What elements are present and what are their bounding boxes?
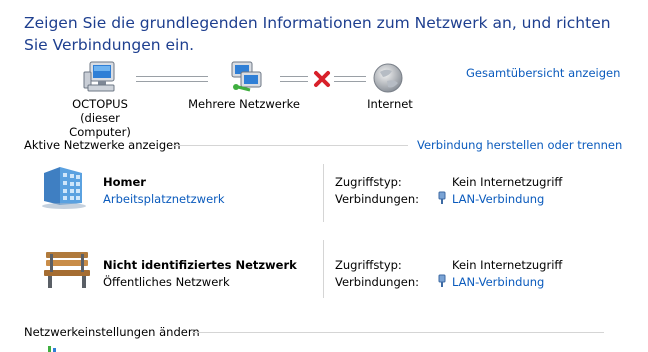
connect-disconnect-link[interactable]: Verbindung herstellen oder trennen xyxy=(417,138,622,152)
no-connection-x-icon[interactable] xyxy=(313,70,331,88)
internet-label: Internet xyxy=(367,97,413,111)
section-divider xyxy=(192,332,604,333)
vertical-divider xyxy=(323,164,324,222)
lan-plug-icon xyxy=(438,191,446,204)
connections-label: Verbindungen: xyxy=(335,275,419,289)
lan-connection-link[interactable]: LAN-Verbindung xyxy=(452,275,544,289)
access-type-label: Zugriffstyp: xyxy=(335,258,402,272)
internet-globe-icon xyxy=(373,63,403,93)
connector-line-3 xyxy=(334,76,366,82)
access-type-label: Zugriffstyp: xyxy=(335,175,402,189)
lan-plug-icon xyxy=(438,274,446,287)
work-network-icon xyxy=(42,167,86,209)
computer-name: OCTOPUS xyxy=(72,97,128,111)
connector-line-1 xyxy=(136,76,208,82)
multiple-networks-icon xyxy=(231,61,262,92)
lan-connection-link[interactable]: LAN-Verbindung xyxy=(452,192,544,206)
multiple-networks-label: Mehrere Netzwerke xyxy=(188,97,300,111)
network-type-link[interactable]: Arbeitsplatznetzwerk xyxy=(103,192,225,206)
connector-line-2 xyxy=(280,76,308,82)
network-name: Homer xyxy=(103,175,146,189)
network-settings-label: Netzwerkeinstellungen ändern xyxy=(24,325,200,339)
active-networks-label: Aktive Netzwerke anzeigen xyxy=(24,138,181,152)
settings-task-icon xyxy=(48,346,56,352)
public-bench-icon xyxy=(44,252,90,288)
network-type: Öffentliches Netzwerk xyxy=(103,275,230,289)
overview-link[interactable]: Gesamtübersicht anzeigen xyxy=(466,66,620,80)
vertical-divider xyxy=(323,240,324,298)
page-heading: Zeigen Sie die grundlegenden Information… xyxy=(24,14,611,54)
computer-icon xyxy=(83,61,115,92)
connections-label: Verbindungen: xyxy=(335,192,419,206)
access-type-value: Kein Internetzugriff xyxy=(452,175,563,189)
network-name: Nicht identifiziertes Netzwerk xyxy=(103,258,297,272)
computer-sub: (dieser Computer) xyxy=(69,111,131,139)
section-divider xyxy=(172,145,408,146)
access-type-value: Kein Internetzugriff xyxy=(452,258,563,272)
